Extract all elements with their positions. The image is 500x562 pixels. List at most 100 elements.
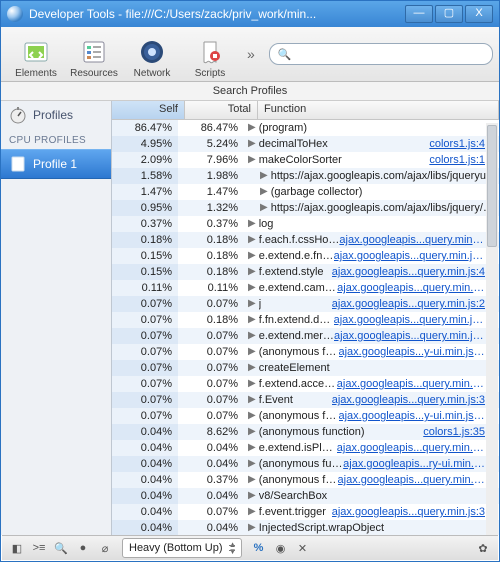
minimize-button[interactable]: — [405,5,433,23]
table-row[interactable]: 0.07%0.07%▶f.Eventajax.googleapis...quer… [112,392,499,408]
disclosure-triangle-icon[interactable]: ▶ [248,264,256,280]
disclosure-triangle-icon[interactable]: ▶ [248,216,256,232]
table-row[interactable]: 0.07%0.07%▶createElement [112,360,499,376]
table-row[interactable]: 0.15%0.18%▶e.extend.e.fn....ajax.googlea… [112,248,499,264]
search-button[interactable]: 🔍 [50,539,72,557]
disclosure-triangle-icon[interactable]: ▶ [248,232,256,248]
tab-elements[interactable]: Elements [7,29,65,79]
cell-total: 0.07% [178,296,244,312]
clear-button[interactable]: ✕ [292,539,314,557]
table-row[interactable]: 0.04%0.04%▶e.extend.isPlai...ajax.google… [112,440,499,456]
percent-toggle[interactable]: % [248,539,270,557]
source-link[interactable]: ajax.googleapis...ry-ui.min.js:9 [343,456,485,472]
dock-side-button[interactable]: ◧ [6,539,28,557]
table-row[interactable]: 0.04%8.62%▶(anonymous function)colors1.j… [112,424,499,440]
disclosure-triangle-icon[interactable]: ▶ [248,520,256,535]
focus-button[interactable]: ◉ [270,539,292,557]
tab-network[interactable]: Network [123,29,181,79]
disclosure-triangle-icon[interactable]: ▶ [260,184,268,200]
tab-resources[interactable]: Resources [65,29,123,79]
source-link[interactable]: ajax.googleapis...query.min.js:2 [334,312,485,328]
table-body: 86.47%86.47%▶(program)4.95%5.24%▶decimal… [112,120,499,535]
table-row[interactable]: 0.07%0.18%▶f.fn.extend.do...ajax.googlea… [112,312,499,328]
disclosure-triangle-icon[interactable]: ▶ [260,200,268,216]
source-link[interactable]: colors1.js:4 [429,136,485,152]
table-row[interactable]: 0.18%0.18%▶f.each.f.cssHoo...ajax.google… [112,232,499,248]
table-row[interactable]: 1.47%1.47%▶(garbage collector) [112,184,499,200]
overflow-chevron-icon[interactable]: » [247,46,255,62]
table-row[interactable]: 0.07%0.07%▶(anonymous fu...ajax.googleap… [112,344,499,360]
source-link[interactable]: colors1.js:35 [423,424,485,440]
source-link[interactable]: ajax.googleapis...y-ui.min.js:10 [339,408,486,424]
source-link[interactable]: ajax.googleapis...query.min.js:4 [339,232,485,248]
source-link[interactable]: colors1.js:1 [429,152,485,168]
scrollbar-thumb[interactable] [487,125,497,247]
disclosure-triangle-icon[interactable]: ▶ [248,360,256,376]
table-row[interactable]: 0.15%0.18%▶f.extend.styleajax.googleapis… [112,264,499,280]
col-self[interactable]: Self [112,101,185,119]
scrollbar[interactable] [486,123,498,536]
table-row[interactable]: 0.37%0.37%▶log [112,216,499,232]
disclosure-triangle-icon[interactable]: ▶ [248,440,256,456]
table-row[interactable]: 0.04%0.37%▶(anonymous fu...ajax.googleap… [112,472,499,488]
disclosure-triangle-icon[interactable]: ▶ [248,344,256,360]
disclosure-triangle-icon[interactable]: ▶ [248,280,256,296]
table-row[interactable]: 0.11%0.11%▶e.extend.came...ajax.googleap… [112,280,499,296]
table-row[interactable]: 0.04%0.07%▶f.event.triggerajax.googleapi… [112,504,499,520]
source-link[interactable]: ajax.googleapis...query.min.js:2 [334,248,485,264]
disclosure-triangle-icon[interactable]: ▶ [248,136,256,152]
disclosure-triangle-icon[interactable]: ▶ [248,456,256,472]
source-link[interactable]: ajax.googleapis...query.min.js:2 [334,328,485,344]
disclosure-triangle-icon[interactable]: ▶ [248,296,256,312]
source-link[interactable]: ajax.googleapis...query.min.js:3 [332,504,485,520]
col-function[interactable]: Function [258,101,499,119]
sidebar-item-profile-1[interactable]: Profile 1 [1,149,111,179]
disclosure-triangle-icon[interactable]: ▶ [248,392,256,408]
search-input[interactable] [296,47,485,61]
table-row[interactable]: 1.58%1.98%▶https://ajax.googleapis.com/a… [112,168,499,184]
source-link[interactable]: ajax.googleapis...y-ui.min.js:14 [339,344,486,360]
close-button[interactable]: X [465,5,493,23]
disclosure-triangle-icon[interactable]: ▶ [248,472,256,488]
table-row[interactable]: 2.09%7.96%▶makeColorSortercolors1.js:1 [112,152,499,168]
source-link[interactable]: ajax.googleapis...query.min.js:2 [337,440,485,456]
table-row[interactable]: 4.95%5.24%▶decimalToHexcolors1.js:4 [112,136,499,152]
maximize-button[interactable]: ▢ [435,5,463,23]
table-row[interactable]: 86.47%86.47%▶(program) [112,120,499,136]
disclosure-triangle-icon[interactable]: ▶ [248,328,256,344]
disclosure-triangle-icon[interactable]: ▶ [248,152,256,168]
disclosure-triangle-icon[interactable]: ▶ [248,312,256,328]
search-box[interactable]: 🔍 [269,43,493,65]
sidebar-item-profiles[interactable]: Profiles [1,101,111,129]
disclosure-triangle-icon[interactable]: ▶ [248,376,256,392]
source-link[interactable]: ajax.googleapis...query.min.js:2 [332,296,485,312]
disclosure-triangle-icon[interactable]: ▶ [248,504,256,520]
table-row[interactable]: 0.07%0.07%▶f.extend.accep...ajax.googlea… [112,376,499,392]
col-total[interactable]: Total [185,101,258,119]
disclosure-triangle-icon[interactable]: ▶ [248,120,256,136]
source-link[interactable]: ajax.googleapis...query.min.js:4 [332,264,485,280]
source-link[interactable]: ajax.googleapis...query.min.js:2 [337,280,485,296]
disclosure-triangle-icon[interactable]: ▶ [248,408,256,424]
tab-scripts[interactable]: Scripts [181,29,239,79]
disclosure-triangle-icon[interactable]: ▶ [248,488,256,504]
source-link[interactable]: ajax.googleapis...query.min.js:3 [332,392,485,408]
gc-button[interactable]: ⌀ [94,539,116,557]
table-row[interactable]: 0.04%0.04%▶(anonymous fun...ajax.googlea… [112,456,499,472]
record-button[interactable]: ● [72,539,94,557]
source-link[interactable]: ajax.googleapis...query.min.js:2 [338,472,485,488]
disclosure-triangle-icon[interactable]: ▶ [248,248,256,264]
table-row[interactable]: 0.04%0.04%▶v8/SearchBox [112,488,499,504]
table-row[interactable]: 0.95%1.32%▶https://ajax.googleapis.com/a… [112,200,499,216]
disclosure-triangle-icon[interactable]: ▶ [248,424,256,440]
view-mode-select[interactable]: Heavy (Bottom Up) ▲▼ [122,538,242,558]
disclosure-triangle-icon[interactable]: ▶ [260,168,268,184]
table-row[interactable]: 0.07%0.07%▶e.extend.mergeajax.googleapis… [112,328,499,344]
settings-button[interactable]: ✿ [472,539,494,557]
table-row[interactable]: 0.07%0.07%▶jajax.googleapis...query.min.… [112,296,499,312]
source-link[interactable]: ajax.googleapis...query.min.js:2 [337,376,485,392]
cell-self: 1.47% [112,184,178,200]
table-row[interactable]: 0.04%0.04%▶InjectedScript.wrapObject [112,520,499,535]
console-button[interactable]: >≡ [28,539,50,557]
table-row[interactable]: 0.07%0.07%▶(anonymous fu...ajax.googleap… [112,408,499,424]
